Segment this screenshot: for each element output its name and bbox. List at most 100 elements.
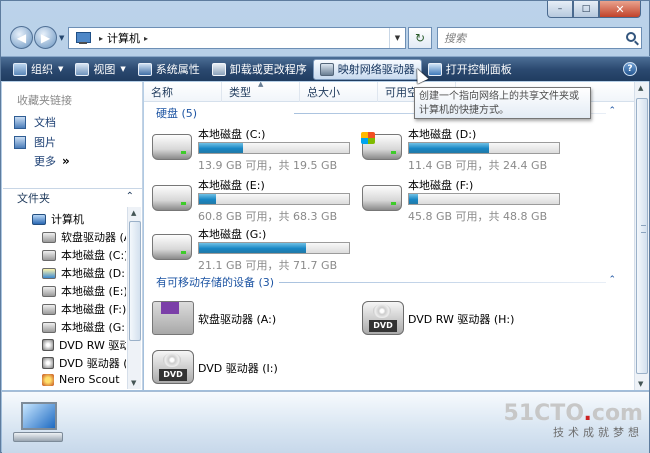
content-scroll-thumb[interactable] [636,98,648,374]
folders-header[interactable]: 文件夹 ⌃ [3,188,142,206]
tree-item-floppy[interactable]: 软盘驱动器 (A:) [42,229,126,245]
content-scrollbar[interactable]: ▲ ▼ [634,82,649,390]
drive-tile-g[interactable]: 本地磁盘 (G:) 21.1 GB 可用，共 71.7 GB [152,224,362,272]
views-menu[interactable]: 视图 ▼ [69,59,131,80]
scroll-up-icon[interactable]: ▲ [131,209,136,217]
dvd-icon [42,339,54,351]
tree-item-computer[interactable]: 计算机 [32,211,84,227]
views-label: 视图 [93,63,116,76]
search-icon[interactable] [626,32,636,42]
maximize-button[interactable]: □ [573,1,599,18]
minimize-button[interactable]: – [547,1,573,18]
drive-name: 本地磁盘 (G:) [198,228,267,241]
chevron-down-icon: ▼ [120,65,126,73]
drive-tile-dvd-rw[interactable]: DVD RW 驱动器 (H:) [362,295,572,343]
search-input[interactable]: 搜索 [437,27,642,49]
favorite-link-pictures[interactable]: 图片 [14,134,56,150]
command-bar: 组织 ▼ 视图 ▼ 系统属性 卸载或更改程序 映射网络驱动器 打开控制面板 ? [1,56,650,81]
drive-tile-dvd[interactable]: DVD 驱动器 (I:) [152,344,362,390]
breadcrumb-separator[interactable]: ▸ [144,34,148,43]
tree-item-label: 计算机 [51,213,84,226]
organize-menu[interactable]: 组织 ▼ [7,59,69,80]
group-header-removable[interactable]: 有可移动存储的设备 (3) ⌃ [144,273,624,291]
drive-tile-f[interactable]: 本地磁盘 (F:) 45.8 GB 可用，共 48.8 GB [362,175,572,223]
hard-disk-icon [152,234,192,260]
watermark-slogan: 技术成就梦想 [553,426,643,439]
drive-size: 21.1 GB 可用，共 71.7 GB [198,259,338,272]
drive-name: 本地磁盘 (E:) [198,179,265,192]
os-drive-icon [42,267,56,279]
tree-item-dvd[interactable]: DVD 驱动器 (I:) [42,355,126,371]
drive-size: 45.8 GB 可用，共 48.8 GB [408,210,548,223]
drive-name: DVD 驱动器 (I:) [198,362,278,375]
tree-scrollbar[interactable]: ▲ ▼ [127,207,141,389]
drive-size: 13.9 GB 可用，共 19.5 GB [198,159,338,172]
scroll-up-icon[interactable]: ▲ [638,84,643,92]
close-button[interactable]: ✕ [599,1,641,18]
group-title: 硬盘 (5) [156,107,198,120]
column-name[interactable]: 名称 [144,82,222,102]
floppy-icon [42,231,56,243]
tree-item-drive-g[interactable]: 本地磁盘 (G:) [42,319,126,335]
drive-icon [42,285,56,297]
chevron-down-icon: ▼ [58,65,64,73]
system-properties-button[interactable]: 系统属性 [132,59,206,80]
dvd-drive-icon [152,350,194,384]
watermark-main: 51CTO.com [504,401,643,426]
scroll-down-icon[interactable]: ▼ [638,380,643,388]
tooltip-line: 创建一个指向网络上的共享文件夹或 [419,91,579,102]
hard-disk-icon [152,185,192,211]
recent-pages-dropdown[interactable]: ▼ [59,34,64,42]
tree-item-drive-f[interactable]: 本地磁盘 (F:) [42,301,126,317]
drive-tile-floppy[interactable]: 软盘驱动器 (A:) [152,295,362,343]
hard-disk-icon [362,185,402,211]
watermark-dot: . [583,401,592,426]
help-icon[interactable]: ? [623,62,637,76]
chevron-up-icon: ⌃ [608,106,616,116]
breadcrumb-separator[interactable]: ▸ [99,34,103,43]
capacity-bar [198,242,350,254]
tree-item-drive-c[interactable]: 本地磁盘 (C:) [42,247,126,263]
drive-icon [42,249,56,261]
back-button[interactable]: ◀ [10,26,33,49]
tree-item-dvd-rw[interactable]: DVD RW 驱动器 (H:) [42,337,126,353]
scroll-down-icon[interactable]: ▼ [131,379,136,387]
breadcrumb-computer[interactable]: 计算机 [107,30,140,46]
pictures-icon [14,135,26,149]
folders-title: 文件夹 [17,191,50,205]
more-links[interactable]: 更多 » [34,153,70,169]
uninstall-program-button[interactable]: 卸载或更改程序 [206,59,313,80]
tree-item-nero-scout[interactable]: Nero Scout [42,373,120,386]
tree-item-drive-d[interactable]: 本地磁盘 (D:) [42,265,126,281]
open-control-panel-button[interactable]: 打开控制面板 [422,59,518,80]
drive-tile-d[interactable]: 本地磁盘 (D:) 11.4 GB 可用，共 24.4 GB [361,124,572,172]
chevron-up-icon: ⌃ [125,191,134,202]
capacity-fill [199,194,216,204]
tree-item-label: 本地磁盘 (D:) [61,267,126,280]
documents-icon [14,115,26,129]
capacity-bar [198,142,350,154]
more-chevron-icon: » [62,154,70,168]
system-properties-label: 系统属性 [155,63,200,76]
address-dropdown[interactable]: ▼ [389,28,405,48]
computer-icon [32,213,46,225]
drive-tile-e[interactable]: 本地磁盘 (E:) 60.8 GB 可用，共 68.3 GB [152,175,362,223]
refresh-button[interactable]: ↻ [408,27,432,49]
capacity-bar [408,193,560,205]
tree-scroll-thumb[interactable] [129,221,141,341]
capacity-fill [409,143,489,153]
map-network-drive-button[interactable]: 映射网络驱动器 [312,58,422,80]
control-panel-icon [427,62,442,76]
address-bar[interactable]: ▸ 计算机 ▸ ▼ [68,27,406,49]
hard-disk-icon [152,134,192,160]
uninstall-label: 卸载或更改程序 [229,63,307,76]
computer-base [13,432,63,442]
column-total-size[interactable]: 总大小 [300,82,378,102]
favorite-link-documents[interactable]: 文档 [14,114,56,130]
views-icon [75,62,90,76]
navigation-bar: ◀ ▶ ▼ ▸ 计算机 ▸ ▼ ↻ 搜索 [1,24,650,54]
dvd-icon [42,357,54,369]
forward-button[interactable]: ▶ [34,26,57,49]
drive-tile-c[interactable]: 本地磁盘 (C:) 13.9 GB 可用，共 19.5 GB [152,124,362,172]
tree-item-drive-e[interactable]: 本地磁盘 (E:) [42,283,126,299]
